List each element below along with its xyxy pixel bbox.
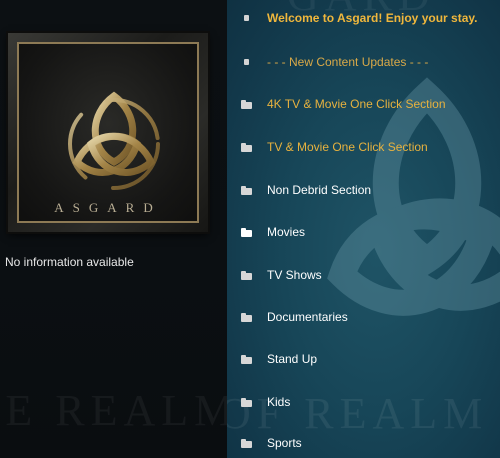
menu-item-label: Sports — [267, 436, 302, 450]
menu-item-label: TV Shows — [267, 268, 322, 282]
menu-item-kids[interactable]: Kids — [227, 387, 500, 417]
file-icon — [240, 56, 252, 68]
left-watermark: RE REALM — [0, 386, 227, 435]
menu-item-documentaries[interactable]: Documentaries — [227, 302, 500, 332]
poster-frame: ASGARD — [17, 42, 199, 223]
folder-icon — [240, 396, 252, 408]
menu-item-label: TV & Movie One Click Section — [267, 140, 428, 154]
folder-icon — [240, 269, 252, 281]
folder-icon — [240, 311, 252, 323]
menu-item-movies[interactable]: Movies — [227, 217, 500, 247]
folder-icon — [240, 184, 252, 196]
menu-item-label: 4K TV & Movie One Click Section — [267, 97, 446, 111]
menu-item-label: Non Debrid Section — [267, 183, 372, 197]
menu-item-sports[interactable]: Sports — [227, 428, 500, 458]
menu-item-label: Kids — [267, 395, 291, 409]
menu-item-label: Stand Up — [267, 352, 318, 366]
menu-item-label: Documentaries — [267, 310, 348, 324]
folder-icon — [240, 226, 252, 238]
menu-item-new-content[interactable]: - - - New Content Updates - - - — [227, 47, 500, 77]
menu-item-4k-one-click[interactable]: 4K TV & Movie One Click Section — [227, 89, 500, 119]
menu-item-welcome[interactable]: Welcome to Asgard! Enjoy your stay. — [227, 3, 500, 33]
menu-item-non-debrid[interactable]: Non Debrid Section — [227, 175, 500, 205]
menu-panel: GARD OF REALM OF SC Welcome to Asgard! E… — [227, 0, 500, 458]
menu-item-tv-movie-one-click[interactable]: TV & Movie One Click Section — [227, 132, 500, 162]
menu-item-stand-up[interactable]: Stand Up — [227, 344, 500, 374]
poster-title: ASGARD — [54, 200, 162, 215]
folder-icon — [240, 353, 252, 365]
folder-icon — [240, 141, 252, 153]
triquetra-logo-icon — [68, 91, 160, 190]
folder-icon — [240, 437, 252, 449]
info-panel: RE REALM ASGARD No in — [0, 0, 227, 458]
menu-item-label: - - - New Content Updates - - - — [267, 55, 429, 69]
folder-icon — [240, 98, 252, 110]
menu-item-label: Welcome to Asgard! Enjoy your stay. — [267, 11, 478, 25]
menu-item-tv-shows[interactable]: TV Shows — [227, 260, 500, 290]
file-icon — [240, 12, 252, 24]
addon-poster: ASGARD — [8, 33, 208, 232]
info-text: No information available — [5, 255, 134, 269]
menu-item-label: Movies — [267, 225, 306, 239]
